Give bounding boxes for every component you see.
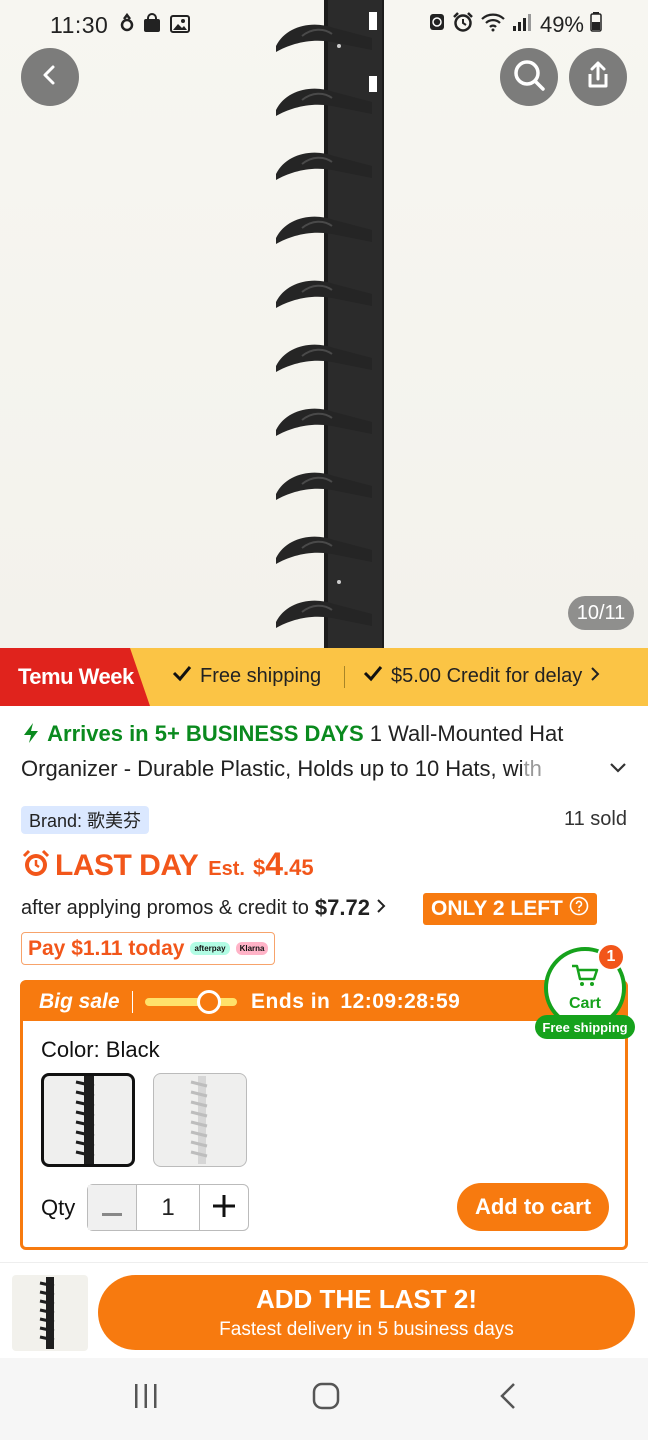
free-shipping-label: Free shipping [200,664,322,687]
cart-count-badge: 1 [597,943,625,971]
promo-banner[interactable]: Temu Week Free shipping $5.00 Credit for… [0,648,648,706]
qty-label: Qty [41,1195,76,1220]
afterpay-logo: afterpay [190,942,230,955]
add-to-cart-button[interactable]: Add to cart [457,1183,609,1231]
back-button[interactable] [21,48,79,106]
alarm-clock-icon [21,849,51,880]
chevron-right-icon [590,665,600,688]
cta-sub-text: Fastest delivery in 5 business days [219,1319,514,1340]
color-swatch-white[interactable] [153,1073,247,1167]
price-decimal: .45 [282,855,314,880]
black-rack-thumbnail [75,1076,95,1164]
chevron-down-icon [604,763,632,786]
product-thumbnail-image [39,1277,55,1349]
title-faded-text: th [523,756,542,781]
after-promos-text: after applying promos & credit to [21,896,309,919]
share-icon [583,60,613,95]
arrives-text: Arrives in 5+ BUSINESS DAYS [47,721,364,746]
color-label: Color: Black [41,1037,160,1062]
countdown-timer: 12:09:28:59 [340,990,461,1013]
big-sale-label: Big sale [39,990,120,1013]
price-integer: 4 [265,846,283,882]
notification-icon [120,12,134,39]
promo-divider [344,666,345,688]
cart-free-shipping-label: Free shipping [535,1015,635,1039]
temu-week-tag: Temu Week [0,648,150,706]
qty-decrease-button[interactable] [88,1185,136,1230]
status-bar: 11:30 49% [0,0,648,48]
sale-progress-bar [145,990,238,1014]
klarna-logo: Klarna [235,942,269,955]
image-counter: 10/11 [568,596,634,630]
qty-increase-button[interactable] [200,1185,248,1230]
selected-product-thumbnail[interactable] [12,1275,88,1351]
credit-for-delay-promo[interactable]: $5.00 Credit for delay [363,664,600,688]
lightning-icon [21,721,47,746]
status-icons-left [120,12,190,39]
cta-main-text: ADD THE LAST 2! [256,1284,477,1314]
after-promos-line[interactable]: after applying promos & credit to $7.72 [21,895,386,921]
floating-cart-button[interactable]: Cart 1 Free shipping [535,943,635,1039]
alarm-icon [452,12,474,38]
recent-apps-icon [133,1383,159,1414]
check-icon [172,664,192,688]
hat-rack-product-image [276,0,384,648]
sale-divider [131,991,134,1013]
ends-in-label: Ends in [251,990,331,1013]
only-left-badge[interactable]: ONLY 2 LEFT [423,893,597,925]
pay-later-option[interactable]: Pay $1.11 today afterpay Klarna [21,932,276,965]
status-icons-right: 49% [428,12,602,38]
pay-today-text: Pay $1.11 today [28,936,185,960]
search-icon [512,58,546,97]
last-day-label: LAST DAY [55,849,199,882]
battery-icon [590,12,602,38]
white-rack-thumbnail [190,1076,208,1164]
shopping-bag-icon [142,13,162,39]
recent-apps-button[interactable] [116,1378,176,1418]
after-promos-price: $7.72 [314,895,370,920]
minus-icon [102,1191,122,1225]
expand-title-button[interactable] [604,754,632,782]
image-icon [170,13,190,39]
cart-label: Cart [568,994,601,1012]
home-button[interactable] [296,1378,356,1418]
price-row: LAST DAY Est. $4.45 [21,846,314,886]
quantity-stepper: 1 [87,1184,249,1231]
help-icon [569,896,589,922]
back-chevron-icon [498,1382,518,1415]
search-button[interactable] [500,48,558,106]
credit-label: $5.00 Credit for delay [391,664,583,687]
price-symbol: $ [252,855,266,880]
only-left-text: ONLY 2 LEFT [431,897,563,920]
wifi-icon [480,12,506,38]
system-back-button[interactable] [478,1378,538,1418]
est-label: Est. [208,858,245,880]
share-button[interactable] [569,48,627,106]
free-shipping-promo[interactable]: Free shipping [172,664,321,688]
big-sale-header: Big sale Ends in 12:09:28:59 [23,983,625,1021]
check-icon [363,664,383,688]
recycle-icon [428,12,446,38]
product-image-gallery[interactable]: 11:30 49% 10/11 [0,0,648,648]
bottom-action-bar: ADD THE LAST 2! Fastest delivery in 5 bu… [0,1262,648,1358]
clock-icon [197,990,222,1014]
system-navigation-bar [0,1358,648,1440]
product-title[interactable]: Arrives in 5+ BUSINESS DAYS 1 Wall-Mount… [21,716,581,786]
add-last-items-button[interactable]: ADD THE LAST 2! Fastest delivery in 5 bu… [98,1275,635,1350]
battery-percent: 49% [539,12,584,37]
plus-icon [213,1191,235,1225]
signal-icon [512,12,534,38]
qty-input[interactable]: 1 [136,1185,200,1230]
chevron-right-icon [376,897,386,920]
cart-icon [571,964,599,993]
brand-badge[interactable]: Brand: 歌美芬 [21,806,150,834]
status-time: 11:30 [50,12,109,38]
color-swatch-black[interactable] [41,1073,135,1167]
home-icon [312,1382,340,1415]
sold-count: 11 sold [563,808,627,830]
back-arrow-icon [39,64,61,91]
